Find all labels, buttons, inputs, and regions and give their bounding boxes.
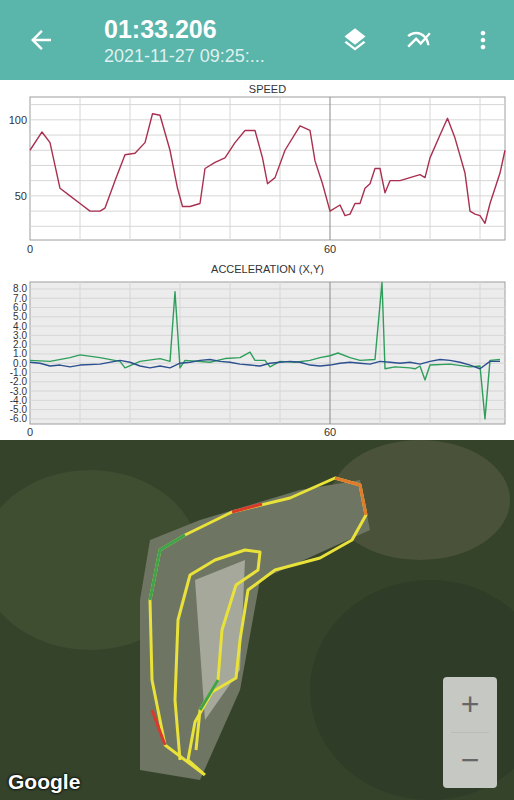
top-bar: 01:33.2062021-11-27 09:25:... bbox=[0, 0, 514, 80]
grid-line bbox=[480, 97, 481, 240]
grid-line bbox=[130, 97, 131, 240]
satellite-map bbox=[0, 440, 514, 800]
grid-line bbox=[30, 353, 505, 354]
track-line bbox=[175, 550, 260, 760]
grid-line bbox=[280, 282, 281, 424]
grid-line bbox=[30, 298, 505, 299]
x-tick-label: 60 bbox=[324, 243, 336, 255]
grid-line bbox=[80, 282, 81, 424]
grid-line bbox=[30, 391, 505, 392]
grid-line bbox=[30, 288, 505, 289]
x-tick-label: 60 bbox=[324, 426, 336, 438]
x-tick-label: 0 bbox=[27, 243, 33, 255]
grid-line bbox=[280, 97, 281, 240]
lap-time: 01:33.206 bbox=[104, 14, 326, 44]
y-tick-label: 50 bbox=[15, 190, 27, 202]
grid-line bbox=[30, 344, 505, 345]
chart-button[interactable] bbox=[398, 19, 440, 61]
y-tick-label: -6.0 bbox=[10, 413, 28, 424]
chart-title: ACCELERATION (X,Y) bbox=[211, 263, 324, 275]
grid-line bbox=[230, 97, 231, 240]
x-tick-label: 0 bbox=[27, 426, 33, 438]
grid-line bbox=[230, 282, 231, 424]
lap-date: 2021-11-27 09:25:... bbox=[104, 44, 326, 68]
grid-line bbox=[30, 326, 505, 327]
toolbar-actions bbox=[334, 19, 504, 61]
grid-line bbox=[30, 165, 505, 166]
grid-line bbox=[430, 282, 431, 424]
layers-icon bbox=[341, 26, 369, 54]
map-attribution: Google bbox=[8, 770, 80, 794]
grid-line bbox=[30, 104, 505, 105]
grid-line bbox=[480, 282, 481, 424]
grid-line bbox=[330, 97, 331, 240]
chart-title: SPEED bbox=[249, 83, 286, 95]
grid-line bbox=[30, 316, 505, 317]
zoom-button[interactable]: + bbox=[443, 677, 497, 732]
grid-line bbox=[80, 97, 81, 240]
grid-line bbox=[30, 381, 505, 382]
zoom-control: +− bbox=[443, 677, 497, 788]
grid-line bbox=[30, 135, 505, 136]
chart-canvas: SPEED 100 50 0 60 bbox=[0, 80, 514, 258]
more-vertical-icon bbox=[469, 26, 497, 54]
grid-line bbox=[30, 418, 505, 419]
grid-line bbox=[330, 282, 331, 424]
grid-line bbox=[430, 97, 431, 240]
series-line bbox=[30, 359, 500, 368]
track-line bbox=[150, 478, 366, 775]
grid-line bbox=[30, 119, 505, 120]
grid-line bbox=[30, 409, 505, 410]
grid-line bbox=[30, 307, 505, 308]
series-line bbox=[30, 282, 500, 418]
plot-area bbox=[30, 282, 505, 424]
multiline-chart-icon bbox=[405, 26, 433, 54]
app: 01:33.2062021-11-27 09:25:... SPEED 100 50 0… bbox=[0, 0, 514, 800]
more-button[interactable] bbox=[462, 19, 504, 61]
title-block: 01:33.2062021-11-27 09:25:... bbox=[104, 12, 326, 68]
grid-line bbox=[30, 335, 505, 336]
grid-line bbox=[30, 372, 505, 373]
speed-chart: SPEED 100 50 0 60 bbox=[0, 80, 514, 258]
layers-button[interactable] bbox=[334, 19, 376, 61]
grid-line bbox=[130, 282, 131, 424]
series-line bbox=[30, 114, 505, 224]
grid-line bbox=[30, 400, 505, 401]
grid-line bbox=[180, 97, 181, 240]
zoom-button[interactable]: − bbox=[443, 733, 497, 788]
plot-area bbox=[30, 97, 505, 240]
chart-canvas: ACCELERATION (X,Y)8.07.06.05.04.03.02.01… bbox=[0, 258, 514, 440]
back-arrow-icon bbox=[26, 25, 56, 55]
map[interactable]: Google +− bbox=[0, 440, 514, 800]
grid-line bbox=[30, 195, 505, 196]
acceleration-chart: ACCELERATION (X,Y)8.07.06.05.04.03.02.01… bbox=[0, 258, 514, 440]
grid-line bbox=[30, 226, 505, 227]
y-tick-label: 100 bbox=[9, 114, 27, 126]
back-button[interactable] bbox=[20, 19, 62, 61]
